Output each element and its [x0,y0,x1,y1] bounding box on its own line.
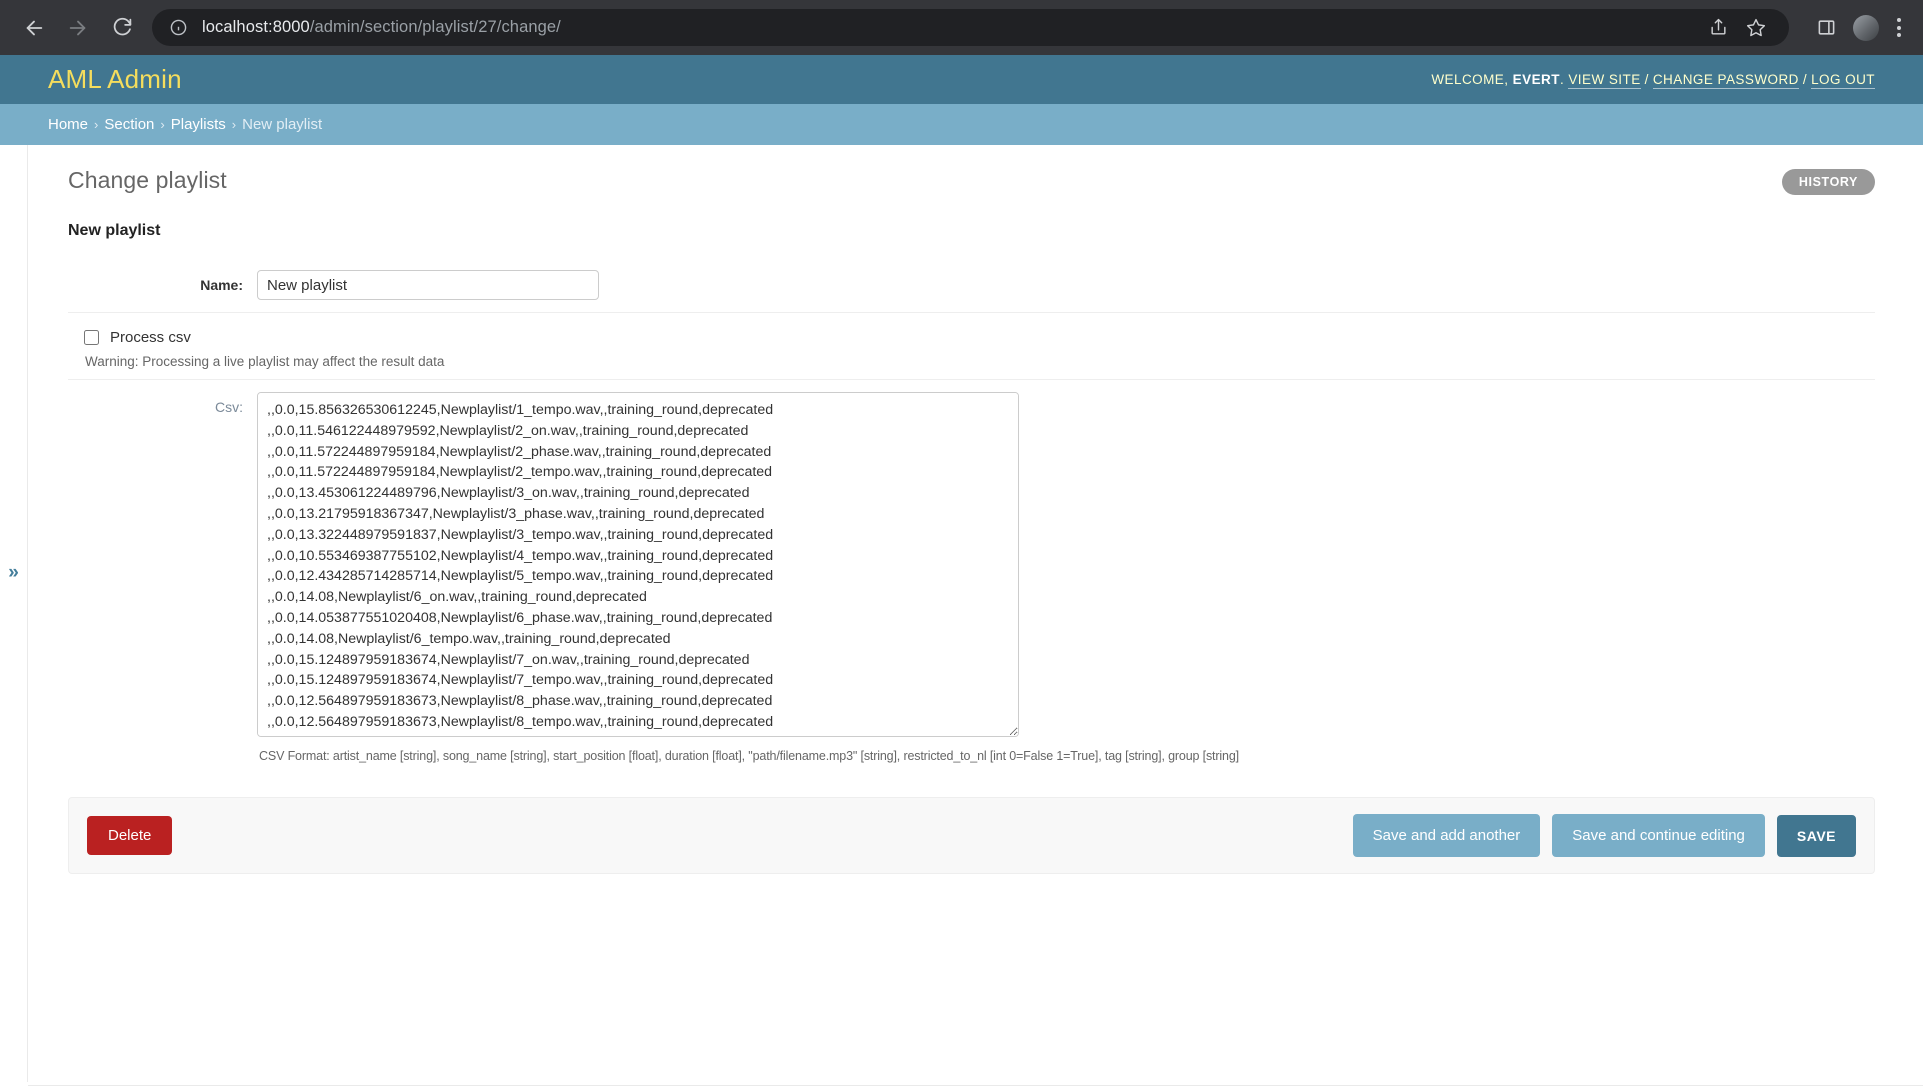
reload-icon[interactable] [102,8,142,48]
url-host: localhost:8000 [202,18,310,36]
browser-right-icons [1801,11,1909,45]
save-and-continue-editing-button[interactable]: Save and continue editing [1552,814,1765,857]
url-path: /admin/section/playlist/27/change/ [309,18,561,36]
view-site-link[interactable]: VIEW SITE [1568,72,1641,89]
star-icon[interactable] [1739,11,1773,45]
link-separator-2: / [1802,72,1808,87]
csv-label: Csv: [215,399,243,415]
breadcrumb: Home › Section › Playlists › New playlist [0,104,1923,145]
user-tools: WELCOME, EVERT. VIEW SITE / CHANGE PASSWOR… [1431,72,1875,89]
breadcrumb-item-section[interactable]: Section [104,116,154,133]
omnibox-actions [1701,11,1773,45]
delete-link-box: Delete [87,816,173,855]
share-icon[interactable] [1701,11,1735,45]
username-suffix: . [1559,72,1565,87]
admin-page: AML Admin WELCOME, EVERT. VIEW SITE / CHAN… [0,55,1923,1086]
breadcrumb-arrow-1: › [94,117,99,132]
form-row-csv: Csv: CSV Format: artist_name [string], s… [68,380,1875,775]
site-info-icon[interactable] [168,18,188,38]
welcome-label: WELCOME, [1431,72,1509,87]
csv-format-help: CSV Format: artist_name [string], song_n… [259,749,1239,763]
form-row-name: Name: [68,258,1875,313]
link-separator-1: / [1644,72,1649,87]
save-and-add-another-button[interactable]: Save and add another [1352,814,1541,857]
address-bar[interactable]: localhost:8000/admin/section/playlist/27… [152,9,1789,46]
nav-sidebar-rail: » [0,145,28,1082]
breadcrumb-item-current: New playlist [242,116,323,133]
forward-arrow-icon[interactable] [58,8,98,48]
breadcrumb-arrow-3: › [231,117,237,132]
submit-row: Delete Save and add another Save and con… [68,797,1875,874]
name-label: Name: [200,277,243,293]
csv-textarea[interactable] [257,392,1019,737]
process-csv-label[interactable]: Process csv [110,329,191,346]
branding: AML Admin [48,64,182,95]
page-title: Change playlist [68,167,227,193]
username: EVERT [1512,72,1560,87]
process-csv-line: Process csv [84,329,1875,346]
breadcrumb-item-home[interactable]: Home [48,116,88,133]
form-row-process-csv: Process csv Warning: Processing a live p… [68,313,1875,380]
playlist-fieldset: New playlist Name: Process csv Warning: … [68,222,1875,775]
main-wrapper: » Change playlist HISTORY New playlist N… [0,145,1923,1082]
back-arrow-icon[interactable] [14,8,54,48]
history-list-item: HISTORY [1781,169,1875,195]
name-input[interactable] [257,270,599,300]
site-title[interactable]: AML Admin [48,64,182,95]
three-dot-menu-icon[interactable] [1889,18,1909,37]
browser-nav-buttons [14,8,142,48]
url-text: localhost:8000/admin/section/playlist/27… [202,18,561,37]
process-csv-checkbox[interactable] [84,330,99,345]
object-tools: HISTORY [1781,169,1875,195]
change-password-link[interactable]: CHANGE PASSWORD [1652,72,1799,89]
content-main: Change playlist HISTORY New playlist Nam… [28,145,1923,1082]
save-buttons-group: Save and add another Save and continue e… [1352,814,1856,857]
profile-avatar[interactable] [1853,14,1879,41]
breadcrumb-arrow-2: › [160,117,165,132]
playlist-change-form: New playlist Name: Process csv Warning: … [68,222,1875,874]
fieldset-title: New playlist [68,222,161,239]
toggle-nav-sidebar-icon[interactable]: » [0,563,27,582]
history-button[interactable]: HISTORY [1781,169,1875,195]
log-out-link[interactable]: LOG OUT [1811,72,1875,89]
csv-field-box: CSV Format: artist_name [string], song_n… [257,392,1875,763]
side-panel-icon[interactable] [1809,11,1843,45]
delete-button[interactable]: Delete [87,816,173,855]
save-button[interactable]: SAVE [1776,814,1856,857]
name-field-box [257,270,1875,300]
browser-toolbar: localhost:8000/admin/section/playlist/27… [0,0,1923,55]
breadcrumb-item-playlists[interactable]: Playlists [171,116,226,133]
admin-header: AML Admin WELCOME, EVERT. VIEW SITE / CHAN… [0,55,1923,104]
process-csv-help: Warning: Processing a live playlist may … [85,354,445,369]
